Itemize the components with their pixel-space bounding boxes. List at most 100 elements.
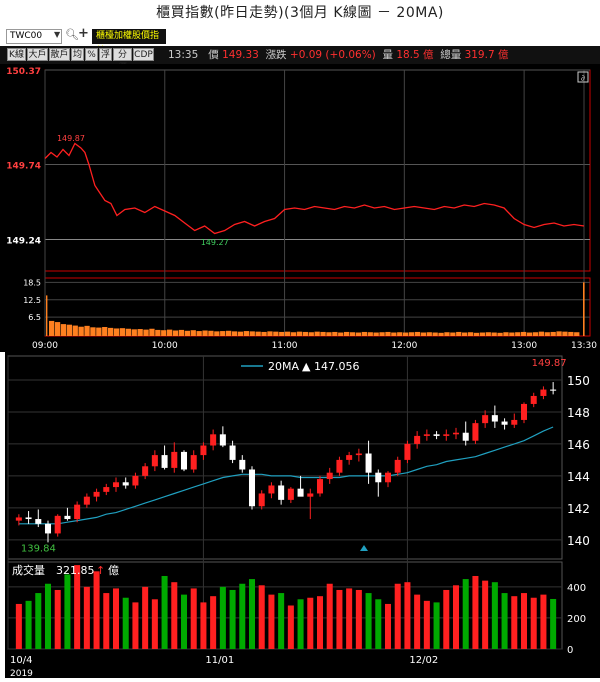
volume-bar <box>155 329 161 336</box>
candle-body <box>394 459 401 473</box>
kvolume-bar <box>452 585 460 649</box>
kvolume-bar <box>64 574 71 649</box>
kline-tick-label: 150 <box>567 374 590 388</box>
candle-body <box>307 493 314 497</box>
candle-body <box>530 395 537 404</box>
candle-body <box>15 517 22 521</box>
chevron-down-icon[interactable]: ▼ <box>54 30 60 39</box>
volume-bar <box>538 331 545 336</box>
search-icon[interactable]: 🔍︎ <box>65 28 79 41</box>
toolbar-button-2[interactable]: 散戶 <box>49 48 70 61</box>
volume-bar <box>544 332 550 336</box>
candle-body <box>375 472 382 483</box>
kline-date-label: 10/4 <box>10 655 32 666</box>
volume-bar <box>113 328 120 336</box>
volume-tick-label: 12.5 <box>23 296 41 305</box>
kline-low-label: 139.84 <box>21 543 56 554</box>
volume-bar <box>261 331 267 336</box>
kline-tick-label: 148 <box>567 406 590 420</box>
price-value: 149.33 <box>222 49 259 61</box>
kline-chart: 150 148 146 144 142 140 10/4 11/01 12/02 2019 400 2… <box>0 352 600 679</box>
volume-label: 量 <box>382 49 393 61</box>
kvolume-bar <box>384 603 392 649</box>
candle-body <box>404 443 411 460</box>
volume-bar <box>96 327 102 336</box>
candle-body <box>219 434 226 446</box>
volume-bar <box>137 329 143 336</box>
kvolume-tick-label: 0 <box>567 645 573 656</box>
volume-bar <box>332 331 338 336</box>
volume-bar <box>279 331 285 336</box>
volume-bar <box>161 330 167 336</box>
volume-bar <box>432 332 438 336</box>
kvolume-bar <box>423 600 430 649</box>
volume-bar <box>46 295 48 336</box>
kvolume-bar <box>112 588 120 649</box>
volume-bar <box>202 330 208 336</box>
candle-body <box>326 472 333 480</box>
toolbar-button-5[interactable]: 浮 <box>99 48 112 61</box>
volume-bar <box>479 332 486 336</box>
kvolume-unit: 億 <box>108 564 119 577</box>
kline-tick-label: 146 <box>567 438 590 452</box>
change-value: +0.09 (+0.06%) <box>289 49 376 61</box>
top-toolbar: TWC00 ▼ 🔍︎ + 櫃檯加權股價指數 <box>0 26 600 56</box>
volume-bar <box>349 332 356 336</box>
volume-bar <box>102 327 108 336</box>
toolbar-button-4[interactable]: % <box>85 48 98 61</box>
toolbar-button-0[interactable]: K線 <box>7 48 26 61</box>
volume-bar <box>243 331 249 336</box>
plus-icon[interactable]: + <box>78 26 89 41</box>
toolbar-button-6[interactable]: 分價 <box>113 48 132 73</box>
volume-bar <box>166 329 173 336</box>
intraday-price-line <box>44 142 585 235</box>
candle-body <box>462 432 469 441</box>
candle-body <box>122 482 129 486</box>
time-tick-label: 10:00 <box>152 341 178 351</box>
kvolume-bar <box>239 583 246 649</box>
volume-bar <box>66 324 72 336</box>
volume-bar <box>355 332 362 336</box>
kvolume-bar <box>161 575 168 649</box>
kvolume-bar <box>35 593 42 649</box>
kvolume-bar <box>15 603 22 649</box>
kvolume-bar <box>151 599 158 649</box>
candle-body <box>229 445 236 460</box>
candle-body <box>297 488 304 497</box>
volume-bar <box>491 332 497 336</box>
volume-bar <box>521 331 527 336</box>
volume-bar <box>119 328 126 336</box>
volume-bar <box>379 332 385 336</box>
volume-bar <box>426 332 432 336</box>
kline-date-label: 11/01 <box>205 655 234 666</box>
low-annotation: 149.27 <box>201 238 229 247</box>
volume-bar <box>450 332 456 336</box>
candle-body <box>44 523 52 534</box>
kvolume-bar <box>287 605 294 649</box>
total-label: 總量 <box>440 49 462 61</box>
volume-bar <box>326 332 332 336</box>
candle-body <box>25 517 32 520</box>
candle-body <box>210 434 217 446</box>
toolbar-button-3[interactable]: 均 <box>71 48 84 61</box>
volume-bar <box>131 329 137 336</box>
volume-bar <box>190 330 196 336</box>
toolbar-button-1[interactable]: 大戶 <box>27 48 48 61</box>
candle-body <box>423 434 430 436</box>
kvolume-bar <box>365 593 372 649</box>
kline-tick-label: 140 <box>567 534 590 548</box>
candle-body <box>35 519 42 524</box>
kline-date-label: 12/02 <box>409 655 438 666</box>
kvolume-bar <box>443 589 450 649</box>
volume-bar <box>237 331 244 336</box>
candle-body <box>190 455 197 470</box>
kline-tick-label: 142 <box>567 502 590 516</box>
kvolume-bar <box>171 582 178 649</box>
candle-body <box>268 485 275 494</box>
candle-body <box>200 445 207 456</box>
toolbar-button-7[interactable]: CDP <box>133 48 154 61</box>
kvolume-tick-label: 200 <box>567 614 586 625</box>
kvolume-bar <box>248 579 256 649</box>
candle-body <box>511 419 518 425</box>
candle-body <box>414 435 421 444</box>
